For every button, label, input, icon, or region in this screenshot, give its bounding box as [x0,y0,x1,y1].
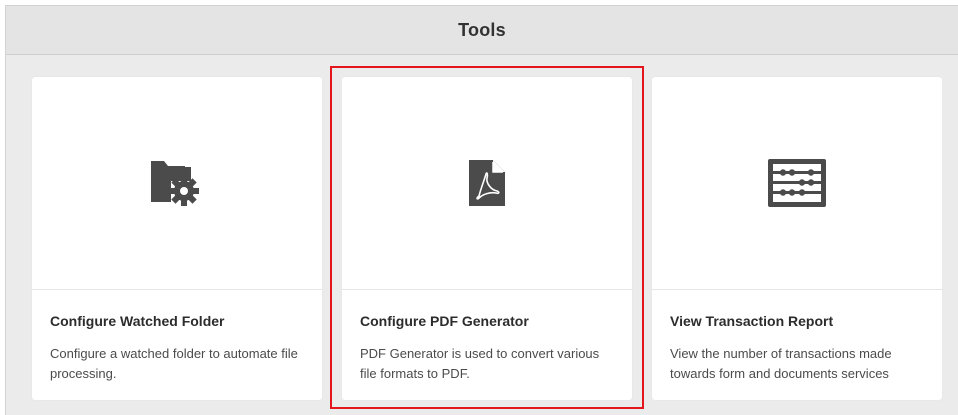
pdf-file-icon [467,158,507,208]
card-configure-watched-folder[interactable]: Configure Watched Folder Configure a wat… [32,77,322,400]
card-icon-area [32,77,322,290]
tools-panel: Tools Configure Watched Folder Configure… [5,5,958,415]
card-icon-area [652,77,942,290]
card-description: PDF Generator is used to convert various… [360,346,600,381]
card-icon-area [342,77,632,290]
tools-header: Tools [6,6,958,55]
card-configure-pdf-generator[interactable]: Configure PDF Generator PDF Generator is… [342,77,632,400]
card-title: View Transaction Report [670,313,834,329]
card-description: Configure a watched folder to automate f… [50,346,298,381]
page-title: Tools [458,19,506,40]
card-title: Configure Watched Folder [50,313,225,329]
card-description: View the number of transactions made tow… [670,346,892,381]
folder-gear-icon [147,153,207,213]
card-view-transaction-report[interactable]: View Transaction Report View the number … [652,77,942,400]
abacus-icon [766,157,828,209]
card-title: Configure PDF Generator [360,313,529,329]
